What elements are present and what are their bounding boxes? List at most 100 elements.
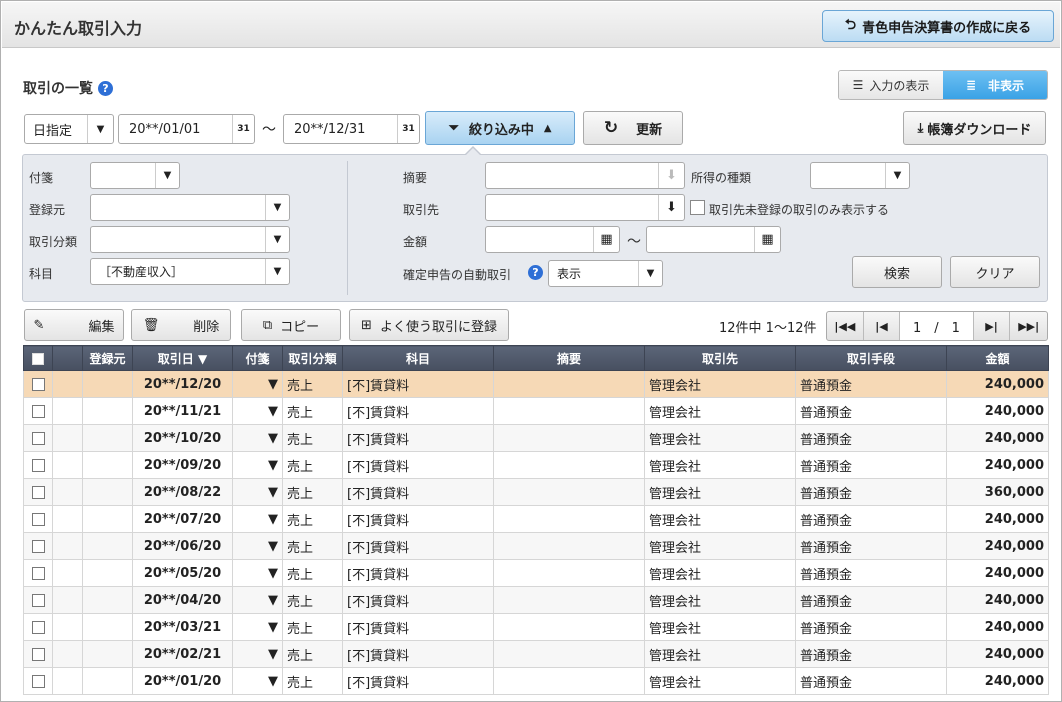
cell-sticky[interactable]: ▼ (232, 613, 283, 641)
cell-sticky[interactable]: ▼ (232, 397, 283, 425)
chevron-down-icon[interactable]: ▼ (268, 431, 278, 446)
table-row[interactable]: 20**/03/21 ▼ 売上 [不]賃貸料 管理会社 普通預金 240,000 (23, 613, 1049, 641)
row-checkbox[interactable] (31, 377, 45, 391)
chevron-down-icon[interactable]: ▼ (268, 458, 278, 473)
select-all-checkbox[interactable] (32, 352, 44, 365)
category-select[interactable]: ▼ (90, 226, 290, 253)
page-indicator[interactable]: 1 / 1 (900, 312, 974, 340)
back-to-report-button[interactable]: ⮌ 青色申告決算書の作成に戻る (822, 10, 1054, 42)
row-checkbox-cell[interactable] (23, 640, 53, 668)
col-sticky[interactable]: 付箋 (232, 345, 283, 371)
next-page-icon[interactable]: ▶| (974, 312, 1011, 340)
cell-sticky[interactable]: ▼ (232, 586, 283, 614)
row-checkbox[interactable] (31, 404, 45, 418)
row-checkbox-cell[interactable] (23, 424, 53, 452)
partner-only-checkbox[interactable] (690, 200, 705, 215)
hide-input-button[interactable]: ≣ 非表示 (943, 71, 1047, 99)
sticky-select[interactable]: ▼ (90, 162, 180, 189)
cell-sticky[interactable]: ▼ (232, 370, 283, 398)
partner-input[interactable]: ⬇ (485, 194, 685, 221)
cell-sticky[interactable]: ▼ (232, 559, 283, 587)
help-icon[interactable]: ? (98, 80, 113, 96)
help-icon[interactable]: ? (528, 265, 543, 280)
col-summary[interactable]: 摘要 (493, 345, 645, 371)
table-row[interactable]: 20**/04/20 ▼ 売上 [不]賃貸料 管理会社 普通預金 240,000 (23, 586, 1049, 614)
arrow-down-icon[interactable]: ⬇ (658, 163, 684, 188)
row-checkbox[interactable] (31, 458, 45, 472)
row-checkbox-cell[interactable] (23, 397, 53, 425)
row-checkbox-cell[interactable] (23, 451, 53, 479)
show-input-button[interactable]: ☰ 入力の表示 (839, 71, 943, 99)
calendar-icon[interactable]: 31 (232, 115, 254, 143)
delete-button[interactable]: 🗑 削除 (131, 309, 231, 341)
chevron-down-icon[interactable]: ▼ (268, 512, 278, 527)
amount-max-input[interactable]: ▦ (646, 226, 781, 253)
refresh-button[interactable]: ↻ 更新 (583, 111, 683, 145)
col-account[interactable]: 科目 (342, 345, 494, 371)
cell-sticky[interactable]: ▼ (232, 424, 283, 452)
row-checkbox-cell[interactable] (23, 532, 53, 560)
chevron-down-icon[interactable]: ▼ (268, 593, 278, 608)
col-method[interactable]: 取引手段 (795, 345, 947, 371)
row-checkbox-cell[interactable] (23, 586, 53, 614)
table-row[interactable]: 20**/01/20 ▼ 売上 [不]賃貸料 管理会社 普通預金 240,000 (23, 667, 1049, 695)
date-from-input[interactable]: 20**/01/01 31 (118, 114, 255, 144)
chevron-down-icon[interactable]: ▼ (268, 566, 278, 581)
table-row[interactable]: 20**/10/20 ▼ 売上 [不]賃貸料 管理会社 普通預金 240,000 (23, 424, 1049, 452)
date-to-input[interactable]: 20**/12/31 31 (283, 114, 420, 144)
table-row[interactable]: 20**/11/21 ▼ 売上 [不]賃貸料 管理会社 普通預金 240,000 (23, 397, 1049, 425)
row-checkbox[interactable] (31, 485, 45, 499)
calendar-icon[interactable]: 31 (397, 115, 419, 143)
row-checkbox[interactable] (31, 647, 45, 661)
cell-sticky[interactable]: ▼ (232, 532, 283, 560)
row-checkbox-cell[interactable] (23, 559, 53, 587)
row-checkbox-cell[interactable] (23, 370, 53, 398)
row-checkbox[interactable] (31, 620, 45, 634)
row-checkbox-cell[interactable] (23, 613, 53, 641)
calculator-icon[interactable]: ▦ (754, 227, 780, 252)
table-row[interactable]: 20**/05/20 ▼ 売上 [不]賃貸料 管理会社 普通預金 240,000 (23, 559, 1049, 587)
table-row[interactable]: 20**/06/20 ▼ 売上 [不]賃貸料 管理会社 普通預金 240,000 (23, 532, 1049, 560)
source-select[interactable]: ▼ (90, 194, 290, 221)
prev-page-icon[interactable]: |◀ (864, 312, 901, 340)
calculator-icon[interactable]: ▦ (593, 227, 619, 252)
cell-sticky[interactable]: ▼ (232, 451, 283, 479)
filter-toggle-button[interactable]: ⏷ 絞り込み中 ▲ (425, 111, 575, 145)
copy-button[interactable]: ⧉ コピー (241, 309, 341, 341)
account-select[interactable]: ［不動産収入］ ▼ (90, 258, 290, 285)
table-row[interactable]: 20**/02/21 ▼ 売上 [不]賃貸料 管理会社 普通預金 240,000 (23, 640, 1049, 668)
favorite-register-button[interactable]: ⊞ よく使う取引に登録 (349, 309, 509, 341)
auto-transaction-select[interactable]: 表示 ▼ (548, 260, 663, 287)
clear-button[interactable]: クリア (950, 256, 1040, 288)
row-checkbox[interactable] (31, 674, 45, 688)
row-checkbox[interactable] (31, 512, 45, 526)
chevron-down-icon[interactable]: ▼ (268, 404, 278, 419)
select-all-cell[interactable] (23, 345, 53, 371)
chevron-down-icon[interactable]: ▼ (268, 620, 278, 635)
row-checkbox-cell[interactable] (23, 667, 53, 695)
chevron-down-icon[interactable]: ▼ (268, 485, 278, 500)
row-checkbox[interactable] (31, 431, 45, 445)
last-page-icon[interactable]: ▶▶| (1010, 312, 1047, 340)
first-page-icon[interactable]: |◀◀ (827, 312, 864, 340)
table-row[interactable]: 20**/07/20 ▼ 売上 [不]賃貸料 管理会社 普通預金 240,000 (23, 505, 1049, 533)
cell-sticky[interactable]: ▼ (232, 478, 283, 506)
search-button[interactable]: 検索 (852, 256, 942, 288)
row-checkbox[interactable] (31, 539, 45, 553)
arrow-down-icon[interactable]: ⬇ (658, 195, 684, 220)
table-row[interactable]: 20**/09/20 ▼ 売上 [不]賃貸料 管理会社 普通預金 240,000 (23, 451, 1049, 479)
chevron-down-icon[interactable]: ▼ (268, 377, 278, 392)
income-type-select[interactable]: ▼ (810, 162, 910, 189)
chevron-down-icon[interactable]: ▼ (268, 539, 278, 554)
chevron-down-icon[interactable]: ▼ (268, 674, 278, 689)
summary-input[interactable]: ⬇ (485, 162, 685, 189)
amount-min-input[interactable]: ▦ (485, 226, 620, 253)
col-category[interactable]: 取引分類 (282, 345, 343, 371)
col-date[interactable]: 取引日 ▼ (132, 345, 233, 371)
cell-sticky[interactable]: ▼ (232, 640, 283, 668)
date-mode-select[interactable]: 日指定 ▼ (24, 114, 114, 144)
col-source[interactable]: 登録元 (82, 345, 133, 371)
row-checkbox[interactable] (31, 593, 45, 607)
row-checkbox-cell[interactable] (23, 478, 53, 506)
table-row[interactable]: 20**/12/20 ▼ 売上 [不]賃貸料 管理会社 普通預金 240,000 (23, 370, 1049, 398)
